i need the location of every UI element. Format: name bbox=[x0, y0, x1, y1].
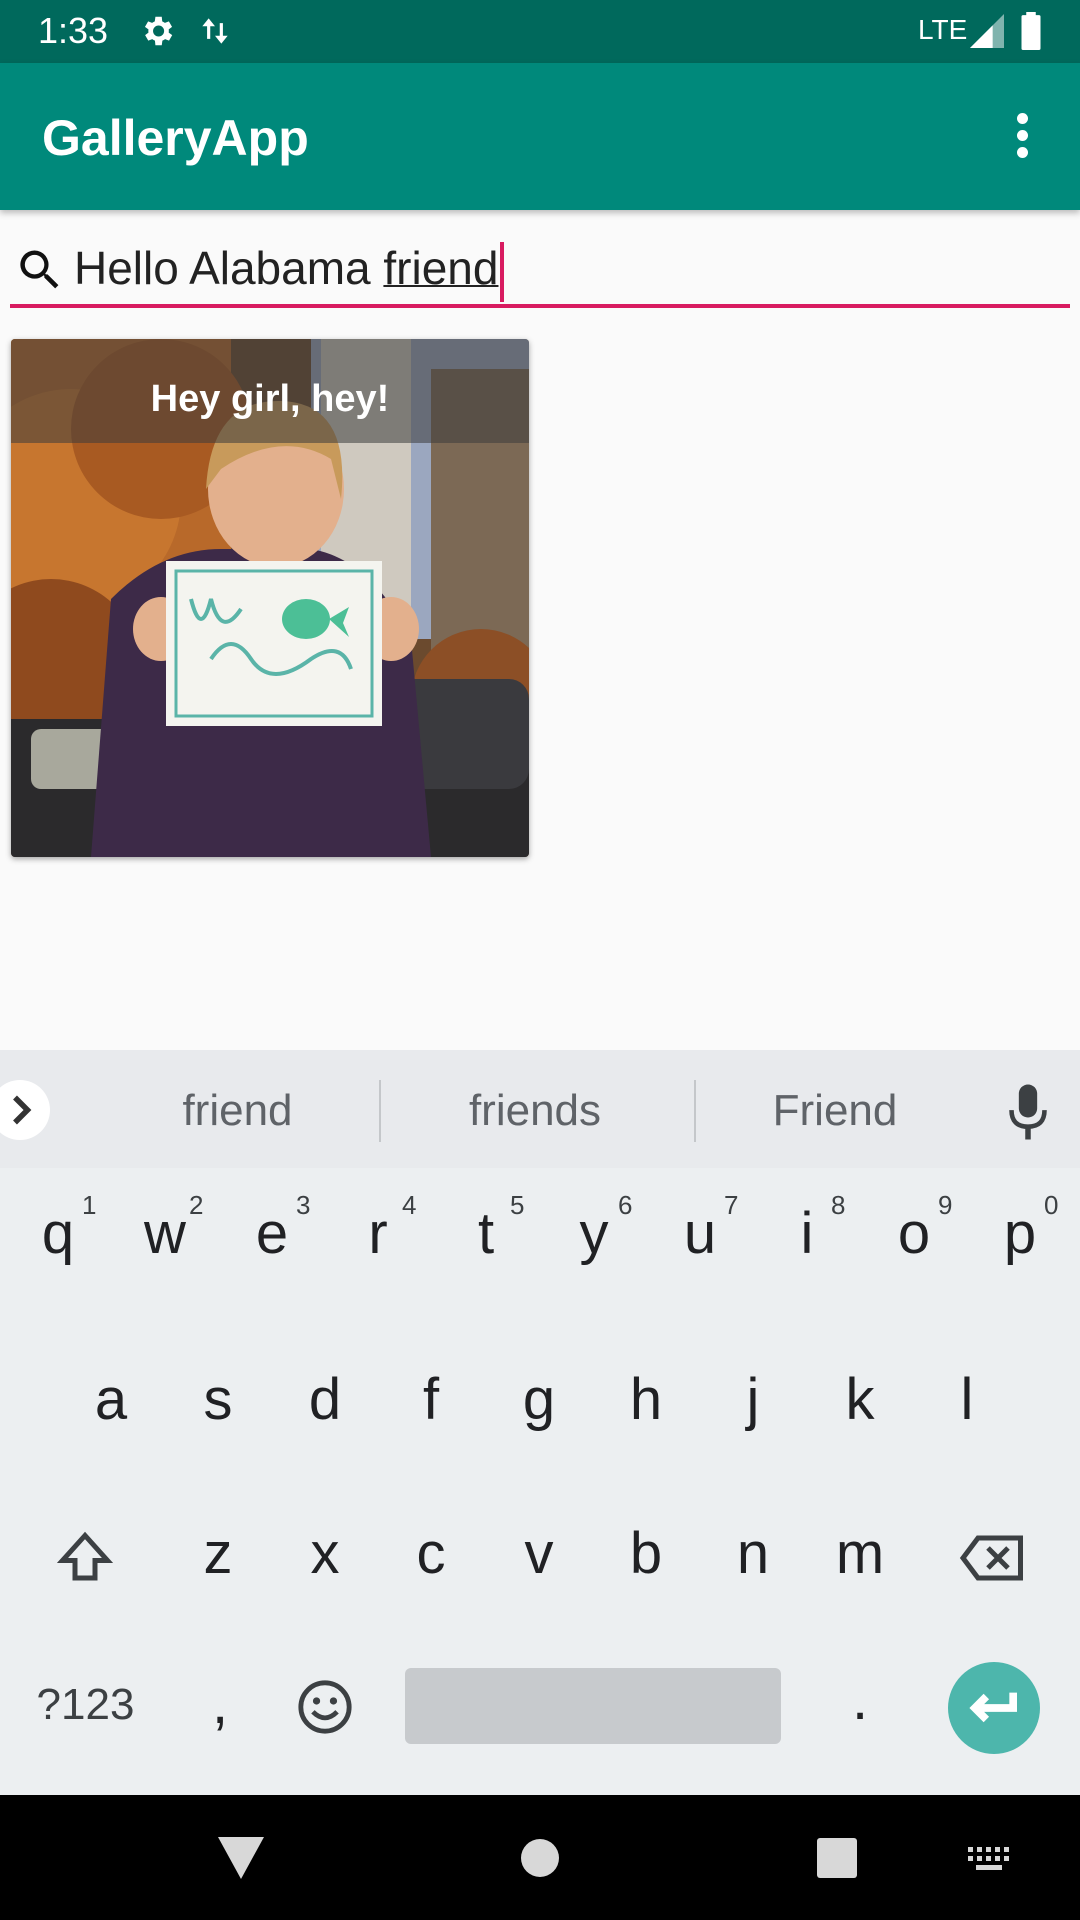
space-key[interactable] bbox=[405, 1668, 781, 1744]
key-c[interactable]: c bbox=[399, 1520, 463, 1587]
key-l[interactable]: l bbox=[937, 1366, 997, 1433]
key-p[interactable]: p bbox=[990, 1200, 1050, 1267]
app-bar: GalleryApp bbox=[0, 63, 1080, 210]
key-hint-5: 5 bbox=[510, 1190, 525, 1220]
overflow-menu-icon[interactable] bbox=[1004, 113, 1040, 161]
text-caret bbox=[500, 241, 505, 302]
suggestion-1[interactable]: friend bbox=[110, 1086, 365, 1136]
key-hint-2: 2 bbox=[189, 1190, 204, 1220]
keyboard-switch-icon[interactable] bbox=[968, 1847, 1010, 1871]
key-f[interactable]: f bbox=[401, 1366, 461, 1433]
expand-toolbar-button[interactable] bbox=[0, 1080, 50, 1140]
key-e[interactable]: e bbox=[242, 1200, 302, 1267]
key-hint-3: 3 bbox=[296, 1190, 311, 1220]
shift-icon[interactable] bbox=[55, 1528, 115, 1588]
suggestion-divider bbox=[694, 1080, 696, 1142]
soft-keyboard: friend friends Friend q1 w2 e3 r4 t5 y6 u7 i8 o9… bbox=[0, 1050, 1080, 1795]
key-b[interactable]: b bbox=[614, 1520, 678, 1587]
key-i[interactable]: i bbox=[777, 1200, 837, 1267]
key-hint-6: 6 bbox=[618, 1190, 633, 1220]
search-icon bbox=[20, 250, 59, 289]
status-time: 1:33 bbox=[38, 10, 109, 51]
key-hint-8: 8 bbox=[831, 1190, 846, 1220]
key-q[interactable]: q bbox=[28, 1200, 88, 1267]
signal-icon bbox=[970, 14, 1004, 48]
key-y[interactable]: y bbox=[564, 1200, 624, 1267]
suggestion-strip: friend friends Friend bbox=[0, 1050, 1080, 1168]
recents-icon[interactable] bbox=[817, 1838, 857, 1878]
data-arrows-icon bbox=[202, 18, 228, 44]
key-j[interactable]: j bbox=[723, 1366, 783, 1433]
gear-icon bbox=[144, 16, 173, 46]
search-input[interactable]: Hello Alabama friend bbox=[74, 240, 1064, 302]
key-r[interactable]: r bbox=[348, 1200, 408, 1267]
battery-icon bbox=[1021, 12, 1041, 50]
comma-key[interactable]: , bbox=[195, 1670, 245, 1737]
key-o[interactable]: o bbox=[884, 1200, 944, 1267]
key-hint-1: 1 bbox=[82, 1190, 97, 1220]
mic-icon[interactable] bbox=[1006, 1084, 1050, 1140]
key-hint-7: 7 bbox=[724, 1190, 739, 1220]
suggestion-3[interactable]: Friend bbox=[710, 1086, 960, 1136]
key-x[interactable]: x bbox=[293, 1520, 357, 1587]
search-bar: Hello Alabama friend bbox=[0, 230, 1080, 310]
key-m[interactable]: m bbox=[828, 1520, 892, 1587]
key-hint-9: 9 bbox=[938, 1190, 953, 1220]
key-u[interactable]: u bbox=[670, 1200, 730, 1267]
app-title: GalleryApp bbox=[42, 110, 309, 166]
key-g[interactable]: g bbox=[509, 1366, 569, 1433]
key-z[interactable]: z bbox=[186, 1520, 250, 1587]
status-bar: 1:33 LTE bbox=[0, 0, 1080, 63]
network-type: LTE bbox=[918, 14, 968, 45]
key-hint-0: 0 bbox=[1044, 1190, 1059, 1220]
key-v[interactable]: v bbox=[507, 1520, 571, 1587]
enter-icon bbox=[969, 1692, 1017, 1723]
backspace-icon[interactable] bbox=[958, 1528, 1028, 1588]
chevron-right-icon bbox=[13, 1095, 32, 1125]
back-icon[interactable] bbox=[218, 1837, 264, 1879]
gallery-item-caption: Hey girl, hey! bbox=[150, 378, 390, 420]
symbols-key[interactable]: ?123 bbox=[28, 1680, 143, 1730]
key-h[interactable]: h bbox=[616, 1366, 676, 1433]
key-s[interactable]: s bbox=[188, 1366, 248, 1433]
search-underline bbox=[10, 304, 1070, 308]
suggestion-divider bbox=[379, 1080, 381, 1142]
key-n[interactable]: n bbox=[721, 1520, 785, 1587]
key-k[interactable]: k bbox=[830, 1366, 890, 1433]
key-w[interactable]: w bbox=[135, 1200, 195, 1267]
key-hint-4: 4 bbox=[402, 1190, 417, 1220]
key-t[interactable]: t bbox=[456, 1200, 516, 1267]
emoji-icon[interactable] bbox=[296, 1678, 354, 1736]
key-d[interactable]: d bbox=[295, 1366, 355, 1433]
search-composing-text: friend bbox=[383, 242, 499, 294]
key-a[interactable]: a bbox=[81, 1366, 141, 1433]
gallery-item[interactable]: Hey girl, hey! bbox=[11, 339, 529, 857]
suggestion-2[interactable]: friends bbox=[395, 1086, 675, 1136]
enter-key[interactable] bbox=[948, 1662, 1040, 1754]
search-text: Hello Alabama bbox=[74, 242, 384, 294]
period-key[interactable]: . bbox=[840, 1666, 880, 1733]
navigation-bar bbox=[0, 1795, 1080, 1920]
home-icon[interactable] bbox=[520, 1838, 560, 1878]
